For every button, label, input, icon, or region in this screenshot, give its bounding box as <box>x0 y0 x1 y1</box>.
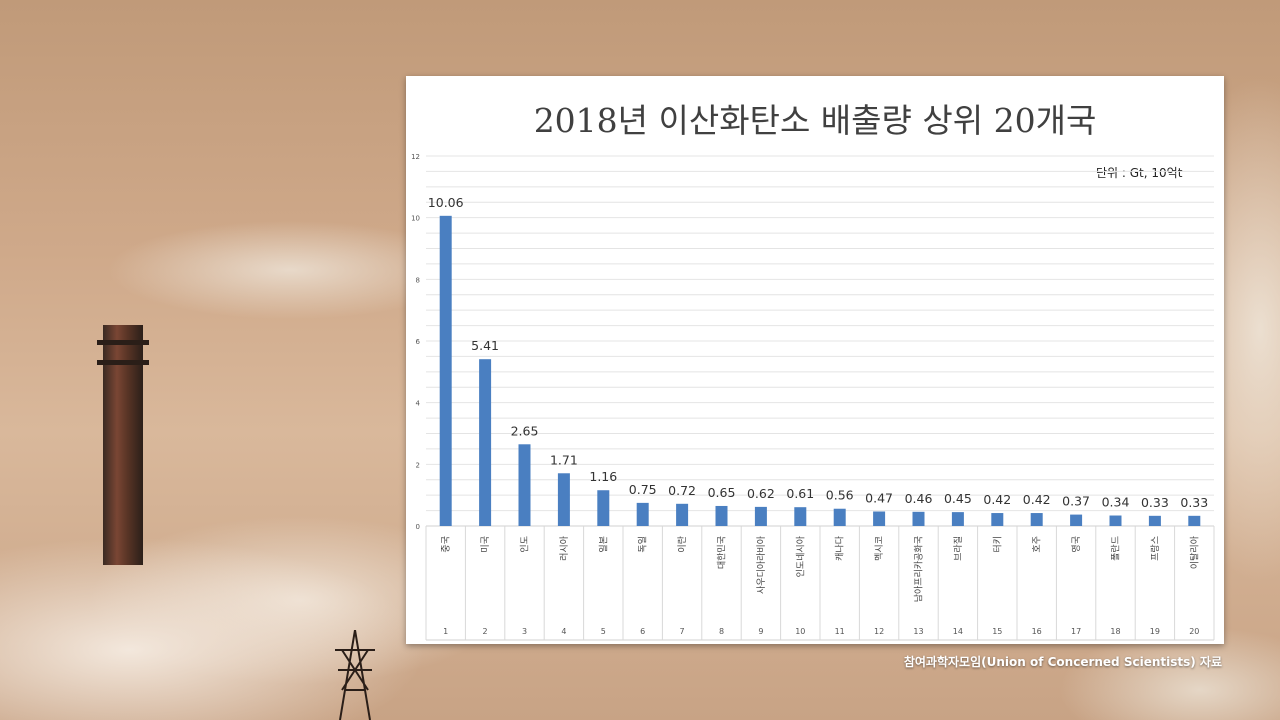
data-label: 0.56 <box>826 488 854 503</box>
x-rank-label: 7 <box>680 627 685 636</box>
x-rank-label: 19 <box>1150 627 1160 636</box>
bar <box>1070 514 1083 526</box>
x-rank-label: 8 <box>719 627 724 636</box>
data-label: 1.16 <box>589 469 617 484</box>
x-rank-label: 17 <box>1071 627 1081 636</box>
data-label: 0.33 <box>1180 495 1208 510</box>
power-pylon <box>335 630 375 720</box>
data-label: 0.62 <box>747 486 775 501</box>
x-category-label: 인도네시아 <box>795 535 806 577</box>
data-label: 0.42 <box>983 492 1011 507</box>
x-rank-label: 15 <box>992 627 1002 636</box>
chart-panel: 2018년 이산화탄소 배출량 상위 20개국 단위 : Gt, 10억t 02… <box>406 76 1224 644</box>
x-category-label: 독일 <box>638 536 649 553</box>
bar-chart: 0 2 4 6 8 10 12 10.06 중국 1 5.41 미국 2 2.65 인도 3 1.71 러시아 4 1… <box>411 153 1215 641</box>
bar <box>754 506 767 526</box>
x-rank-label: 13 <box>913 627 923 636</box>
x-category-label: 중국 <box>441 536 452 553</box>
bar <box>715 505 728 526</box>
x-category-label: 브라질 <box>952 536 964 561</box>
data-label: 10.06 <box>428 195 464 210</box>
x-rank-label: 16 <box>1032 627 1042 636</box>
y-tick-label: 8 <box>416 276 420 284</box>
x-category-label: 멕시코 <box>874 536 885 561</box>
x-rank-label: 5 <box>601 627 606 636</box>
x-rank-label: 4 <box>561 627 566 636</box>
x-rank-label: 1 <box>443 627 448 636</box>
x-category-label: 영국 <box>1071 536 1082 553</box>
bar <box>518 444 531 526</box>
x-category-label: 러시아 <box>559 535 570 561</box>
x-category-label: 프랑스 <box>1149 536 1161 561</box>
bar <box>1109 515 1122 526</box>
x-category-label: 캐나다 <box>835 535 846 561</box>
data-label: 0.47 <box>865 491 893 506</box>
y-tick-label: 12 <box>411 153 420 161</box>
data-label: 0.33 <box>1141 495 1169 510</box>
y-tick-label: 6 <box>416 338 421 346</box>
x-rank-label: 2 <box>483 627 488 636</box>
x-rank-label: 14 <box>953 627 963 636</box>
x-category-label: 터키 <box>992 536 1003 553</box>
x-category-label: 일본 <box>598 536 609 553</box>
x-category-label: 호주 <box>1032 536 1043 553</box>
x-rank-label: 12 <box>874 627 884 636</box>
x-rank-label: 3 <box>522 627 527 636</box>
data-label: 0.34 <box>1102 495 1130 510</box>
bar <box>557 473 570 526</box>
bar <box>873 511 886 526</box>
bar <box>479 359 492 526</box>
bar <box>439 215 452 527</box>
x-category-label: 폴란드 <box>1110 536 1122 561</box>
bar <box>912 511 925 526</box>
bar <box>636 502 649 526</box>
y-tick-label: 2 <box>416 461 420 469</box>
bar <box>833 508 846 526</box>
data-label: 0.75 <box>629 482 657 497</box>
data-label: 0.42 <box>1023 492 1051 507</box>
data-label: 0.46 <box>905 491 933 506</box>
x-category-label: 인도 <box>520 536 531 553</box>
x-rank-label: 18 <box>1110 627 1120 636</box>
bar <box>951 512 964 526</box>
data-label: 1.71 <box>550 452 578 467</box>
bar <box>676 503 689 526</box>
x-category-label: 미국 <box>480 536 491 553</box>
bar <box>1188 515 1201 526</box>
data-label: 0.72 <box>668 483 696 498</box>
data-label: 0.45 <box>944 491 972 506</box>
x-rank-label: 6 <box>640 627 645 636</box>
data-label: 0.37 <box>1062 494 1090 509</box>
x-rank-label: 20 <box>1189 627 1199 636</box>
chimney-band <box>97 340 149 345</box>
x-category-label: 이란 <box>676 536 688 553</box>
bar <box>597 490 610 526</box>
x-rank-label: 11 <box>835 627 845 636</box>
data-label: 0.61 <box>786 486 814 501</box>
bar <box>1148 515 1161 526</box>
x-rank-label: 9 <box>758 627 763 636</box>
y-tick-label: 10 <box>411 215 420 223</box>
x-category-label: 대한민국 <box>717 536 728 569</box>
bar <box>794 507 807 526</box>
x-category-label: 남아프리카공화국 <box>914 536 925 602</box>
bar <box>991 513 1004 526</box>
x-category-label: 사우디아라비아 <box>756 535 767 594</box>
data-label: 5.41 <box>471 338 499 353</box>
data-label: 0.65 <box>708 485 736 500</box>
x-category-label: 이탈리아 <box>1189 535 1200 569</box>
bar <box>1030 513 1043 526</box>
chimney-band <box>97 360 149 365</box>
y-tick-label: 4 <box>416 400 421 408</box>
data-label: 2.65 <box>511 423 539 438</box>
x-rank-label: 10 <box>795 627 805 636</box>
y-tick-label: 0 <box>416 523 420 531</box>
source-note: 참여과학자모임(Union of Concerned Scientists) 자… <box>903 655 1222 669</box>
